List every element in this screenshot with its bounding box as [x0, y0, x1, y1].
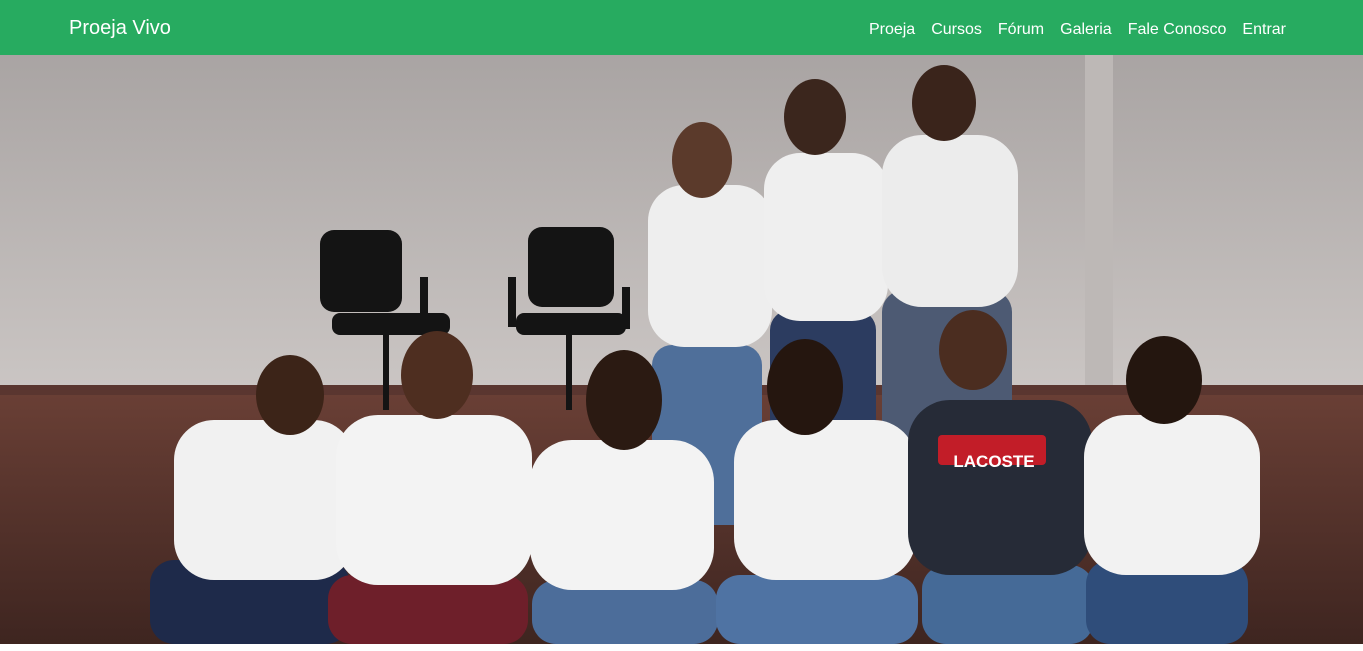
wall-pillar [1085, 55, 1113, 385]
nav-item-proeja: Proeja [869, 20, 915, 40]
brand-link[interactable]: Proeja Vivo [69, 16, 171, 40]
hero-banner: LACOSTE [0, 55, 1363, 644]
nav-link-entrar[interactable]: Entrar [1242, 21, 1286, 38]
nav-item-entrar: Entrar [1242, 20, 1286, 40]
nav-link-forum[interactable]: Fórum [998, 21, 1044, 38]
nav-item-forum: Fórum [998, 20, 1044, 40]
nav-link-galeria[interactable]: Galeria [1060, 21, 1112, 38]
nav-link-proeja[interactable]: Proeja [869, 21, 915, 38]
nav-item-cursos: Cursos [931, 20, 982, 40]
nav-item-galeria: Galeria [1060, 20, 1112, 40]
nav-link-cursos[interactable]: Cursos [931, 21, 982, 38]
nav-menu: Proeja Cursos Fórum Galeria Fale Conosco… [869, 20, 1286, 40]
nav-link-fale-conosco[interactable]: Fale Conosco [1128, 21, 1227, 38]
top-navbar: Proeja Vivo Proeja Cursos Fórum Galeria … [0, 0, 1363, 55]
nav-item-fale-conosco: Fale Conosco [1128, 20, 1227, 40]
shirt-logo-text: LACOSTE [953, 452, 1034, 471]
group-photo-image: LACOSTE [0, 55, 1363, 644]
